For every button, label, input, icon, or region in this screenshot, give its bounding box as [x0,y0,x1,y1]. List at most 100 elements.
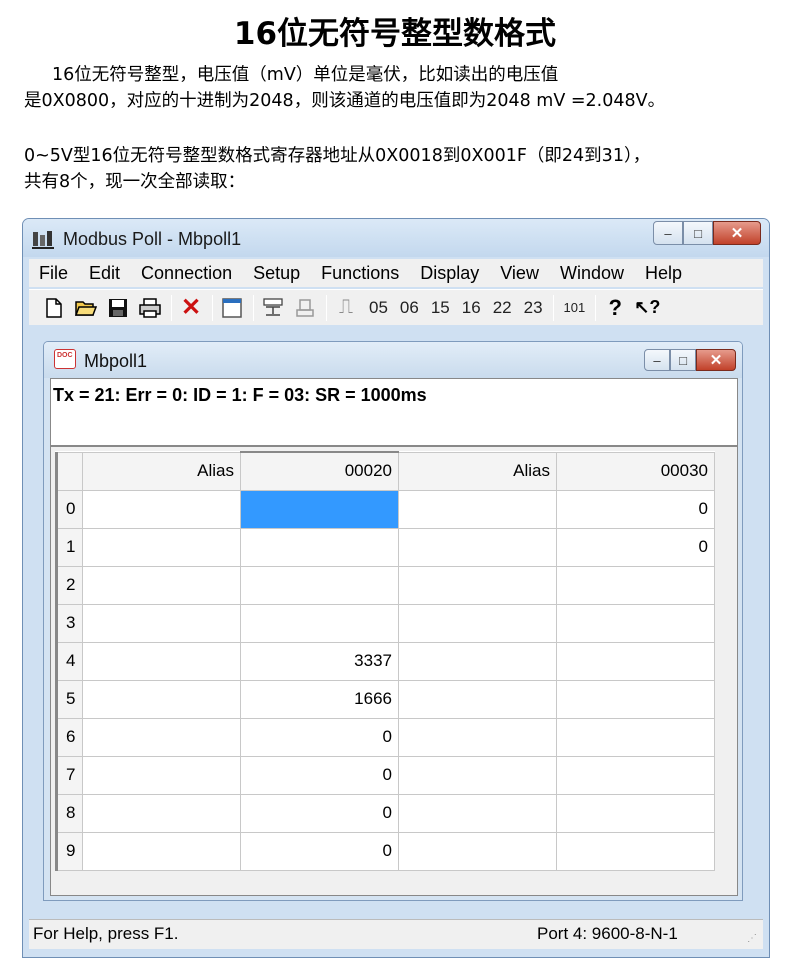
minimize-button[interactable]: – [653,221,683,245]
value-cell-00020[interactable]: 1666 [240,679,399,719]
value-cell-00020[interactable]: 0 [240,717,399,757]
new-file-icon[interactable] [41,294,67,322]
disconnect-icon[interactable] [292,294,318,322]
function-16-button[interactable]: 16 [458,298,485,318]
alias-cell[interactable] [82,565,241,605]
alias-cell[interactable] [82,641,241,681]
alias-cell[interactable] [82,679,241,719]
function-15-button[interactable]: 15 [427,298,454,318]
resize-grip-icon[interactable]: ⋰ [747,933,761,947]
row-header[interactable]: 9 [55,831,83,871]
table-row: 70 [55,755,715,795]
alias-cell[interactable] [398,755,557,795]
value-cell-00030[interactable] [556,679,715,719]
alias-cell[interactable] [82,717,241,757]
value-cell-00020[interactable]: 3337 [240,641,399,681]
grid-header-row: Alias 00020 Alias 00030 [55,451,715,491]
function-23-button[interactable]: 23 [520,298,547,318]
child-title-bar[interactable]: Mbpoll1 – □ ✕ [44,342,742,378]
menu-functions[interactable]: Functions [311,263,410,284]
close-button[interactable]: ✕ [713,221,761,245]
function-06-button[interactable]: 06 [396,298,423,318]
row-header[interactable]: 7 [55,755,83,795]
value-cell-00020[interactable]: 0 [240,793,399,833]
value-cell-00030[interactable] [556,603,715,643]
value-cell-00020[interactable] [240,527,399,567]
alias-cell[interactable] [82,489,241,529]
menu-help[interactable]: Help [635,263,693,284]
open-folder-icon[interactable] [73,294,99,322]
connect-icon[interactable] [260,294,286,322]
save-icon[interactable] [105,294,131,322]
row-header[interactable]: 0 [55,489,83,529]
value-cell-00030[interactable]: 0 [556,489,715,529]
menu-display[interactable]: Display [410,263,490,284]
value-cell-00030[interactable]: 0 [556,527,715,567]
menu-setup[interactable]: Setup [243,263,311,284]
alias-cell[interactable] [398,489,557,529]
value-cell-00020[interactable] [240,603,399,643]
row-header[interactable]: 8 [55,793,83,833]
value-cell-00030[interactable] [556,755,715,795]
alias-cell[interactable] [398,565,557,605]
value-cell-00020[interactable] [240,565,399,605]
row-header[interactable]: 4 [55,641,83,681]
menu-file[interactable]: File [29,263,79,284]
context-help-icon[interactable]: ↖? [634,294,660,322]
value-cell-00030[interactable] [556,831,715,871]
row-header[interactable]: 5 [55,679,83,719]
menu-connection[interactable]: Connection [131,263,243,284]
alias-cell[interactable] [398,603,557,643]
window-title-bar[interactable]: Modbus Poll - Mbpoll1 – □ ✕ [23,219,769,257]
menu-edit[interactable]: Edit [79,263,131,284]
value-cell-00020[interactable] [240,489,399,529]
row-header[interactable]: 2 [55,565,83,605]
register-grid: Alias 00020 Alias 00030 0 0 1 0 2 3 4 3337 5 1666… [55,451,715,871]
value-cell-00020[interactable]: 0 [240,831,399,871]
function-05-button[interactable]: 05 [365,298,392,318]
alias-cell[interactable] [398,679,557,719]
column-header-alias-2[interactable]: Alias [398,451,557,491]
row-header[interactable]: 3 [55,603,83,643]
table-row: 5 1666 [55,679,715,719]
value-cell-00030[interactable] [556,717,715,757]
column-header-00030[interactable]: 00030 [556,451,715,491]
value-cell-00030[interactable] [556,565,715,605]
menu-window[interactable]: Window [550,263,635,284]
print-icon[interactable] [137,294,163,322]
value-cell-00030[interactable] [556,793,715,833]
function-101-button[interactable]: 101 [560,300,590,315]
alias-cell[interactable] [82,755,241,795]
value-cell-00030[interactable] [556,641,715,681]
menu-bar: File Edit Connection Setup Functions Dis… [29,259,763,287]
child-maximize-button[interactable]: □ [670,349,696,371]
alias-cell[interactable] [398,831,557,871]
alias-cell[interactable] [82,527,241,567]
alias-cell[interactable] [398,717,557,757]
alias-cell[interactable] [398,793,557,833]
function-22-button[interactable]: 22 [489,298,516,318]
child-title: Mbpoll1 [84,351,148,371]
menu-view[interactable]: View [490,263,550,284]
row-header[interactable]: 6 [55,717,83,757]
pulse-icon[interactable]: ⎍ [333,294,359,322]
column-header-alias-1[interactable]: Alias [82,451,241,491]
child-minimize-button[interactable]: – [644,349,670,371]
table-row: 4 3337 [55,641,715,681]
value-cell-00020[interactable]: 0 [240,755,399,795]
maximize-button[interactable]: □ [683,221,713,245]
alias-cell[interactable] [82,831,241,871]
help-icon[interactable]: ? [602,294,628,322]
delete-icon[interactable]: ✕ [178,294,204,322]
child-close-button[interactable]: ✕ [696,349,736,371]
alias-cell[interactable] [82,793,241,833]
column-header-00020[interactable]: 00020 [240,451,399,491]
modbus-poll-window: Modbus Poll - Mbpoll1 – □ ✕ File Edit Co… [22,218,770,958]
window-icon[interactable] [219,294,245,322]
toolbar-separator [253,294,254,321]
alias-cell[interactable] [398,527,557,567]
alias-cell[interactable] [398,641,557,681]
row-header[interactable]: 1 [55,527,83,567]
toolbar: ✕ ⎍ 05 06 15 16 22 23 101 ? ↖? [29,289,763,325]
alias-cell[interactable] [82,603,241,643]
